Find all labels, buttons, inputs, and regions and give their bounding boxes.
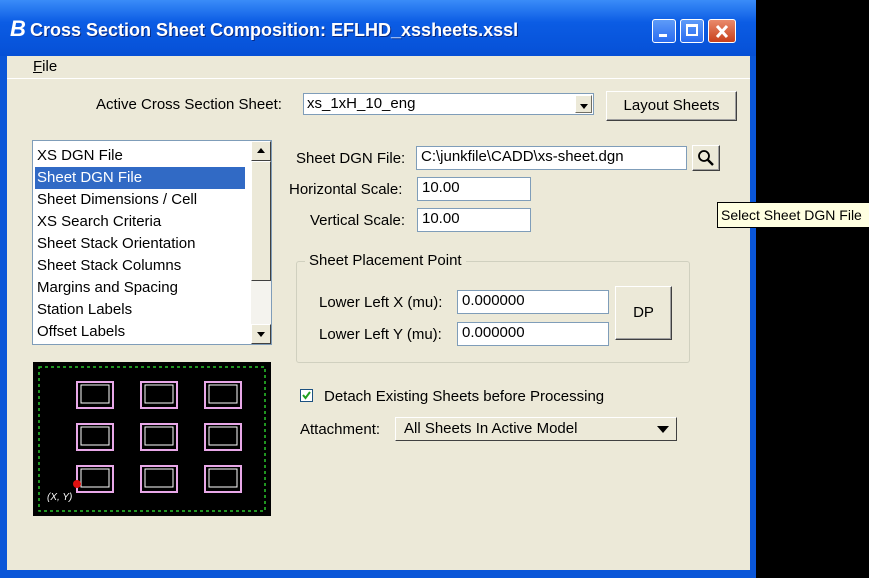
list-scrollbar[interactable]: [251, 141, 271, 344]
browse-button[interactable]: [692, 145, 720, 171]
tooltip: Select Sheet DGN File: [717, 202, 869, 228]
list-item[interactable]: Offset Labels: [35, 321, 245, 343]
scroll-up-button[interactable]: [251, 141, 271, 161]
dropdown-arrow-icon: [657, 426, 669, 433]
list-item[interactable]: XS Search Criteria: [35, 211, 245, 233]
lower-left-x-label: Lower Left X (mu):: [319, 294, 443, 311]
maximize-button[interactable]: [680, 19, 704, 43]
sheet-inner-border: [144, 384, 174, 404]
list-item[interactable]: Sheet Stack Orientation: [35, 233, 245, 255]
sheet-outline: [140, 423, 178, 451]
scroll-thumb[interactable]: [251, 161, 271, 281]
active-sheet-dropdown[interactable]: xs_1xH_10_eng: [303, 93, 594, 115]
sheet-inner-border: [208, 426, 238, 446]
lower-left-x-field[interactable]: 0.000000: [457, 290, 609, 314]
magnifier-icon: [698, 150, 714, 166]
sheet-grid-diagram: (X, Y): [38, 366, 266, 512]
sheet-inner-border: [80, 426, 110, 446]
sheet-layout-preview: (X, Y): [33, 362, 271, 516]
app-window: B Cross Section Sheet Composition: EFLHD…: [0, 0, 756, 578]
sheet-outline: [204, 381, 242, 409]
dropdown-arrow-icon[interactable]: [575, 95, 592, 113]
horizontal-scale-field[interactable]: 10.00: [417, 177, 531, 201]
bentley-b-icon: B: [10, 16, 26, 41]
sheet-dgn-file-label: Sheet DGN File:: [296, 150, 406, 167]
sheet-outline: [76, 381, 114, 409]
checkmark-icon: [302, 391, 311, 400]
sheet-outline: [204, 465, 242, 493]
sheet-outline: [76, 465, 114, 493]
lower-left-y-field[interactable]: 0.000000: [457, 322, 609, 346]
close-button[interactable]: [708, 19, 736, 43]
menu-file[interactable]: File: [33, 58, 57, 75]
list-item[interactable]: Sheet Stack Columns: [35, 255, 245, 277]
dp-button[interactable]: DP: [615, 286, 672, 340]
minimize-button[interactable]: [652, 19, 676, 43]
detach-label: Detach Existing Sheets before Processing: [324, 388, 605, 405]
attachment-label: Attachment:: [300, 421, 381, 438]
layout-sheets-button[interactable]: Layout Sheets: [606, 91, 737, 121]
sheet-dgn-file-field[interactable]: C:\junkfile\CADD\xs-sheet.dgn: [416, 146, 687, 170]
list-item[interactable]: XS DGN File: [35, 145, 245, 167]
vertical-scale-field[interactable]: 10.00: [417, 208, 531, 232]
sheet-outline: [76, 423, 114, 451]
origin-label: (X, Y): [47, 492, 72, 503]
detach-checkbox[interactable]: [300, 389, 313, 402]
sheet-inner-border: [208, 384, 238, 404]
sheet-outline: [204, 423, 242, 451]
vertical-scale-label: Vertical Scale:: [310, 212, 406, 229]
arrow-down-icon: [257, 332, 265, 337]
scroll-down-button[interactable]: [251, 324, 271, 344]
origin-point: [73, 480, 81, 488]
list-item[interactable]: Sheet DGN File: [35, 167, 245, 189]
sheet-outline: [140, 465, 178, 493]
attachment-dropdown[interactable]: All Sheets In Active Model: [395, 417, 677, 441]
category-listbox[interactable]: XS DGN File Sheet DGN File Sheet Dimension…: [32, 140, 272, 345]
lower-left-y-label: Lower Left Y (mu):: [319, 326, 442, 343]
sheet-inner-border: [80, 384, 110, 404]
list-item[interactable]: Station Labels: [35, 299, 245, 321]
sheet-outline: [140, 381, 178, 409]
list-item[interactable]: Sheet Dimensions / Cell: [35, 189, 245, 211]
dialog-client: File Active Cross Section Sheet: xs_1xH_…: [7, 56, 750, 570]
close-icon: [715, 24, 729, 39]
title-bar[interactable]: B Cross Section Sheet Composition: EFLHD…: [0, 0, 756, 56]
sheet-inner-border: [208, 468, 238, 488]
list-item[interactable]: Margins and Spacing: [35, 277, 245, 299]
sheet-inner-border: [80, 468, 110, 488]
window-title: Cross Section Sheet Composition: EFLHD_x…: [30, 20, 519, 40]
sheet-inner-border: [144, 426, 174, 446]
sheet-inner-border: [144, 468, 174, 488]
sheet-placement-title: Sheet Placement Point: [305, 252, 466, 269]
sheet-border-dashed: [38, 366, 266, 512]
menu-bar: File: [7, 56, 750, 79]
active-sheet-label: Active Cross Section Sheet:: [96, 96, 282, 113]
arrow-up-icon: [257, 148, 265, 153]
horizontal-scale-label: Horizontal Scale:: [289, 181, 403, 198]
